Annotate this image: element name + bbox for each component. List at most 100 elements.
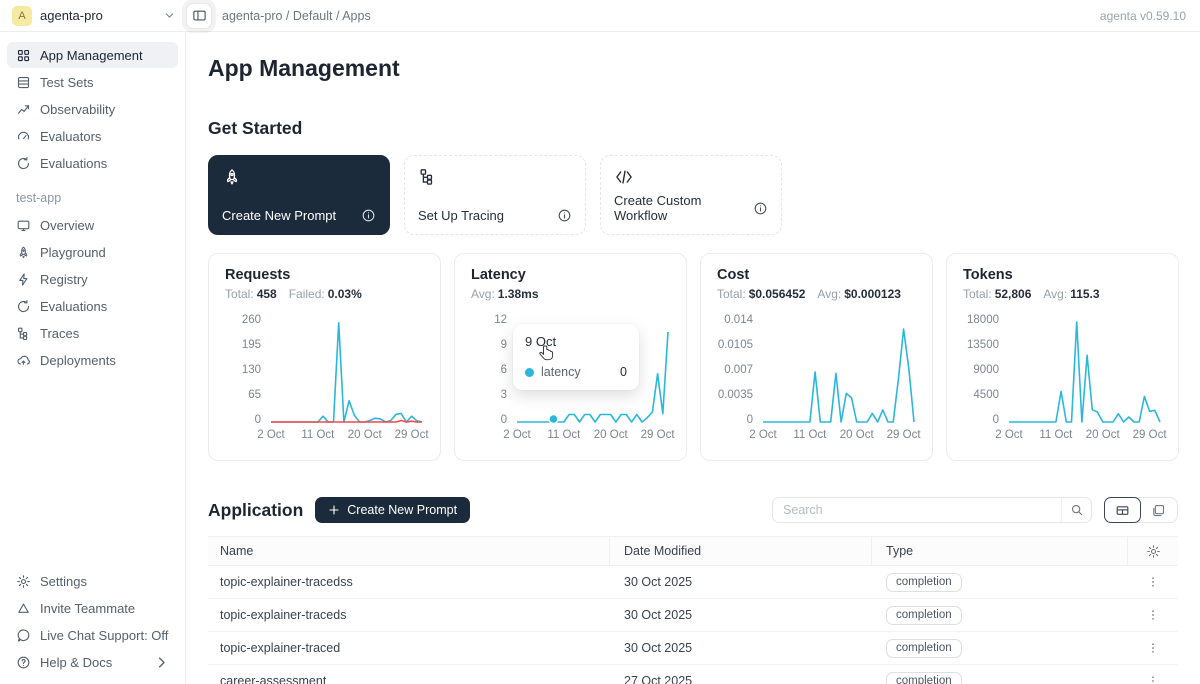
gauge-icon (16, 129, 31, 144)
x-axis-labels: 2 Oct11 Oct20 Oct29 Oct (515, 429, 670, 444)
sidebar-item-label: Settings (40, 574, 87, 589)
app-name: topic-explainer-traced (208, 632, 610, 664)
button-label: Create New Prompt (347, 503, 457, 517)
sidebar-toggle-button[interactable] (186, 3, 212, 29)
sidebar-item-label: Evaluations (40, 156, 107, 171)
sidebar-item-help-docs[interactable]: Help & Docs (7, 649, 178, 675)
series-dot (525, 368, 534, 377)
date-modified: 30 Oct 2025 (610, 632, 872, 664)
tokens-chart-card: Tokens Total:52,806 Avg:115.3 1800013500… (946, 253, 1179, 461)
stat-failed: Failed:0.03% (289, 287, 362, 301)
kebab-icon (1146, 641, 1160, 655)
row-menu-button[interactable] (1146, 674, 1160, 684)
stat-avg: Avg:1.38ms (471, 287, 539, 301)
search-button[interactable] (1061, 498, 1091, 522)
sidebar-item-evaluators[interactable]: Evaluators (7, 123, 178, 149)
cost-chart-card: Cost Total:$0.056452 Avg:$0.000123 0.014… (700, 253, 933, 461)
lightning-icon (16, 272, 31, 287)
sidebar-item-label: Live Chat Support: Off (40, 628, 168, 643)
tokens-line-chart[interactable] (1007, 314, 1162, 426)
latency-chart-card: Latency Avg:1.38ms 129630 2 Oct11 Oct20 … (454, 253, 687, 461)
set-up-tracing-card[interactable]: Set Up Tracing (404, 155, 586, 235)
refresh-circle-icon (16, 156, 31, 171)
sidebar-item-label: Test Sets (40, 75, 93, 90)
sidebar-item-registry[interactable]: Registry (7, 266, 178, 292)
card-view-button[interactable] (1140, 498, 1177, 522)
row-menu-button[interactable] (1146, 575, 1160, 589)
mouse-cursor-icon (537, 344, 556, 363)
table-settings-button[interactable] (1128, 537, 1178, 565)
rocket-icon (222, 167, 376, 187)
sidebar-item-test-sets[interactable]: Test Sets (7, 69, 178, 95)
sidebar-item-label: Deployments (40, 353, 116, 368)
requests-line-chart[interactable] (269, 314, 424, 426)
type-badge: completion (886, 606, 962, 625)
main-content: App Management Get Started Create New Pr… (186, 32, 1200, 684)
table-row[interactable]: topic-explainer-tracedss 30 Oct 2025 com… (208, 566, 1178, 599)
card-label: Create Custom Workflow (614, 193, 753, 223)
cloud-icon (16, 353, 31, 368)
table-row[interactable]: topic-explainer-traced 30 Oct 2025 compl… (208, 632, 1178, 665)
date-modified: 30 Oct 2025 (610, 566, 872, 598)
sidebar-bottom: Settings Invite Teammate Live Chat Suppo… (0, 568, 185, 676)
info-icon[interactable] (753, 201, 768, 216)
date-modified: 27 Oct 2025 (610, 665, 872, 684)
tree-icon (16, 326, 31, 341)
plus-icon (328, 504, 340, 516)
chat-bubble-icon (16, 628, 31, 643)
requests-chart-card: Requests Total:458 Failed:0.03% 26019513… (208, 253, 441, 461)
cost-line-chart[interactable] (761, 314, 916, 426)
sidebar-item-invite-teammate[interactable]: Invite Teammate (7, 595, 178, 621)
sidebar-item-traces[interactable]: Traces (7, 320, 178, 346)
row-menu-button[interactable] (1146, 608, 1160, 622)
chart-title: Cost (717, 267, 916, 283)
sidebar-item-app-management[interactable]: App Management (7, 42, 178, 68)
chevron-right-icon (154, 655, 169, 670)
sidebar-item-deployments[interactable]: Deployments (7, 347, 178, 373)
sidebar-item-label: Invite Teammate (40, 601, 135, 616)
breadcrumb[interactable]: agenta-pro / Default / Apps (222, 9, 371, 23)
create-new-prompt-card[interactable]: Create New Prompt (208, 155, 390, 235)
get-started-heading: Get Started (208, 118, 1200, 139)
stat-total: Total:$0.056452 (717, 287, 805, 301)
table-view-button[interactable] (1104, 497, 1141, 523)
info-icon[interactable] (557, 208, 572, 223)
x-axis-labels: 2 Oct11 Oct20 Oct29 Oct (1007, 429, 1162, 444)
sidebar-item-settings[interactable]: Settings (7, 568, 178, 594)
table-row[interactable]: career-assessment 27 Oct 2025 completion (208, 665, 1178, 684)
column-header-type[interactable]: Type (872, 537, 1128, 565)
application-heading: Application (208, 500, 303, 521)
chart-title: Tokens (963, 267, 1162, 283)
table-row[interactable]: topic-explainer-traceds 30 Oct 2025 comp… (208, 599, 1178, 632)
sidebar-item-label: Playground (40, 245, 106, 260)
card-view-icon (1151, 503, 1166, 518)
info-icon[interactable] (361, 208, 376, 223)
create-new-prompt-button[interactable]: Create New Prompt (315, 497, 470, 523)
y-axis-labels: 129630 (471, 314, 515, 426)
chart-tooltip: 9 Oct latency 0 (513, 324, 639, 390)
search-input[interactable] (773, 503, 1061, 517)
sidebar-item-playground[interactable]: Playground (7, 239, 178, 265)
sidebar: App Management Test Sets Observability E… (0, 32, 186, 684)
create-custom-workflow-card[interactable]: Create Custom Workflow (600, 155, 782, 235)
date-modified: 30 Oct 2025 (610, 599, 872, 631)
y-axis-labels: 260195130650 (225, 314, 269, 426)
column-header-name[interactable]: Name (208, 537, 610, 565)
table-icon (16, 75, 31, 90)
row-menu-button[interactable] (1146, 641, 1160, 655)
sidebar-item-overview[interactable]: Overview (7, 212, 178, 238)
applications-table: Name Date Modified Type topic-explainer-… (208, 536, 1178, 684)
sidebar-item-evaluations[interactable]: Evaluations (7, 150, 178, 176)
top-bar: A agenta-pro agenta-pro / Default / Apps… (0, 0, 1200, 32)
stat-avg: Avg:115.3 (1043, 287, 1099, 301)
column-header-date-modified[interactable]: Date Modified (610, 537, 872, 565)
type-badge: completion (886, 672, 962, 684)
sidebar-item-live-chat[interactable]: Live Chat Support: Off (7, 622, 178, 648)
y-axis-labels: 1800013500900045000 (963, 314, 1007, 426)
sidebar-item-label: Help & Docs (40, 655, 112, 670)
sidebar-item-observability[interactable]: Observability (7, 96, 178, 122)
type-badge: completion (886, 639, 962, 658)
workspace-switcher[interactable]: A agenta-pro (0, 6, 186, 26)
tooltip-series-name: latency (541, 365, 581, 379)
sidebar-item-app-evaluations[interactable]: Evaluations (7, 293, 178, 319)
